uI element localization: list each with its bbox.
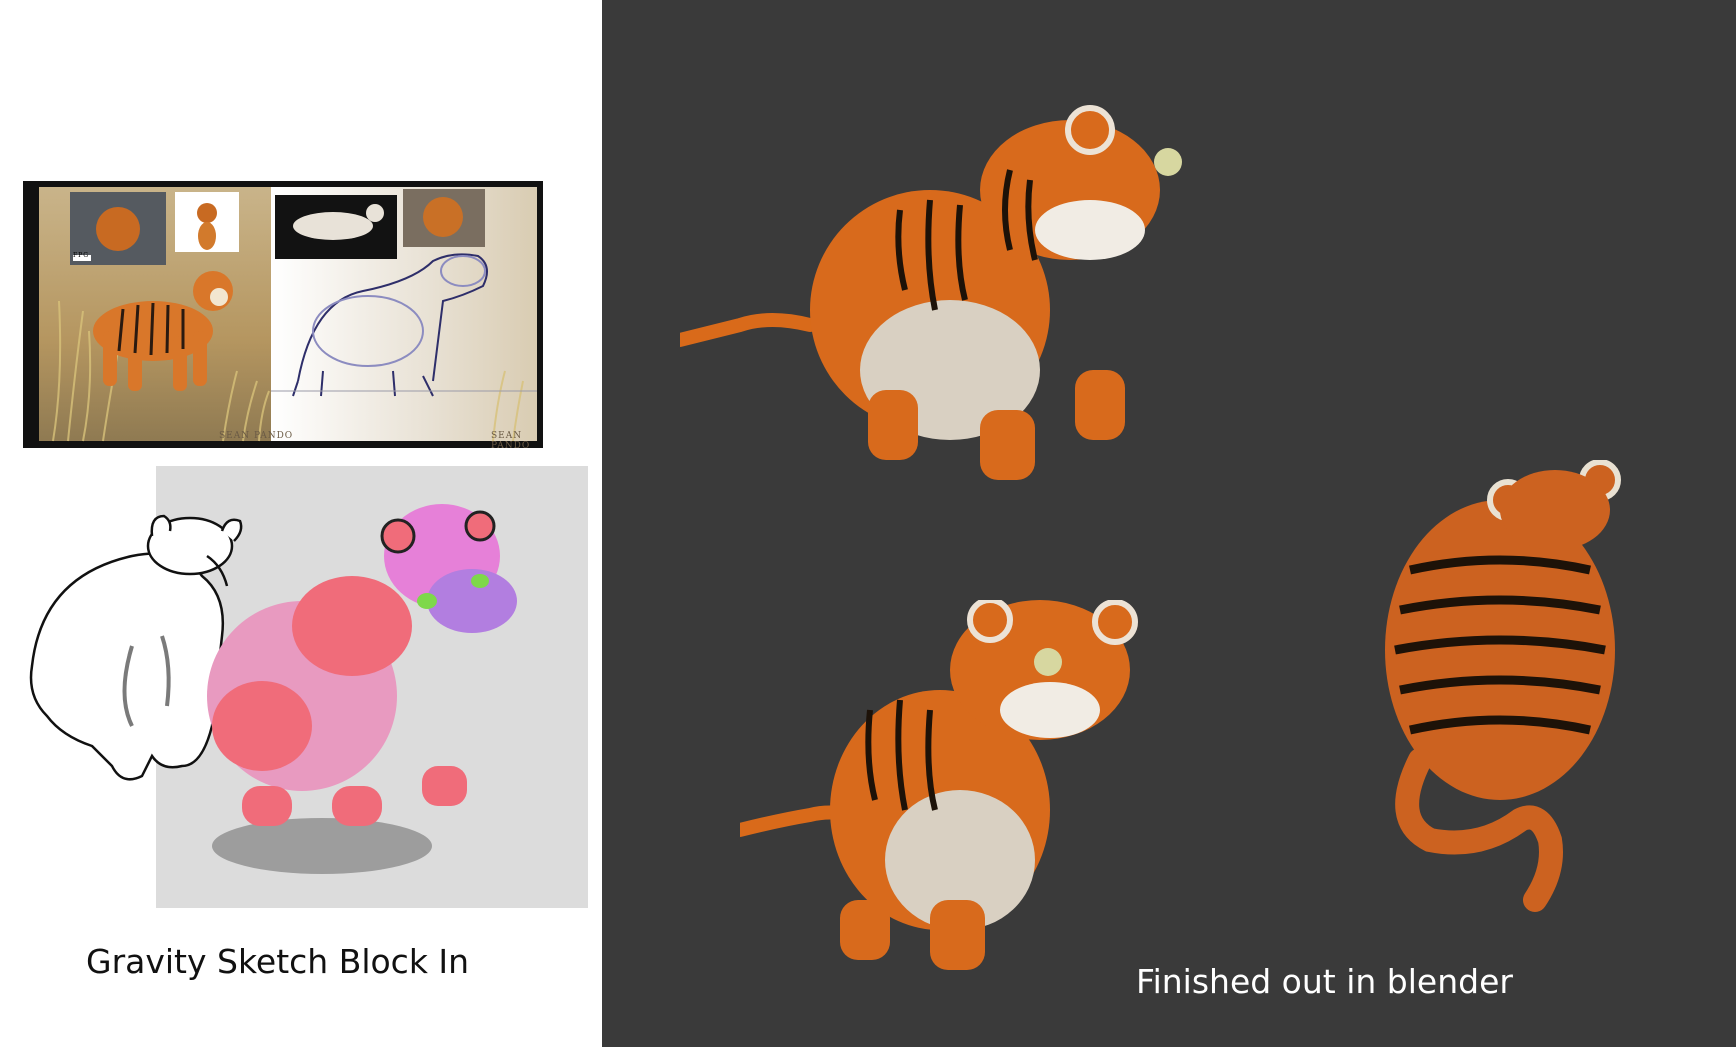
caption-gravity-sketch: Gravity Sketch Block In bbox=[86, 942, 470, 981]
render-tiger-three-quarter bbox=[680, 90, 1280, 510]
render-tiger-front bbox=[740, 600, 1160, 980]
signature-right: SEAN PANDO bbox=[491, 431, 531, 451]
block-in-image bbox=[22, 466, 588, 911]
caption-blender: Finished out in blender bbox=[1136, 962, 1513, 1001]
render-tiger-back bbox=[1360, 460, 1630, 920]
thumbnail-tag: FPG bbox=[73, 252, 89, 259]
signature-left: SEAN PANDO bbox=[219, 431, 294, 441]
reference-sheet: SEAN PANDO SEAN PANDO FPG bbox=[23, 181, 543, 451]
